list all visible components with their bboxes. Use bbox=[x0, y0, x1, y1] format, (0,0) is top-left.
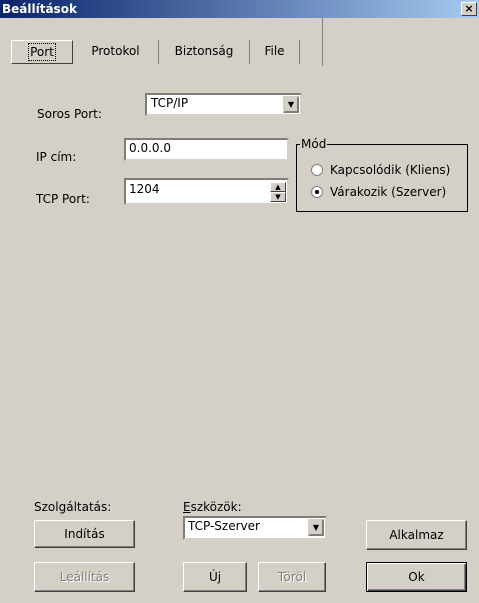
radio-client-label[interactable]: Kapcsolódik (Kliens) bbox=[330, 163, 450, 177]
close-button[interactable]: × bbox=[461, 2, 477, 16]
tools-select[interactable]: TCP-Szerver ▼ bbox=[183, 516, 327, 540]
start-button-label: Indítás bbox=[64, 527, 105, 541]
tools-value: TCP-Szerver bbox=[188, 519, 260, 533]
serial-port-value: TCP/IP bbox=[151, 96, 189, 110]
ip-input[interactable]: 0.0.0.0 bbox=[124, 138, 289, 161]
close-icon: × bbox=[464, 2, 474, 15]
tab-port-label: Port bbox=[28, 43, 56, 61]
radio-client[interactable] bbox=[311, 164, 323, 176]
delete-button[interactable]: Töröl bbox=[258, 562, 326, 592]
stop-button[interactable]: Leállítás bbox=[34, 562, 135, 592]
radio-server-label[interactable]: Várakozik (Szerver) bbox=[330, 185, 446, 199]
tab-file-label: File bbox=[264, 44, 285, 58]
tab-divider bbox=[322, 18, 323, 66]
up-down-spin-icon[interactable]: ▲ ▼ bbox=[270, 182, 286, 202]
spin-up-button[interactable]: ▲ bbox=[270, 182, 286, 192]
ok-button[interactable]: Ok bbox=[366, 562, 467, 592]
chevron-down-icon[interactable]: ▼ bbox=[308, 519, 324, 536]
tab-port[interactable]: Port bbox=[11, 40, 73, 64]
stop-button-label: Leállítás bbox=[59, 570, 110, 584]
tcp-port-stepper[interactable]: 1204 ▲ ▼ bbox=[124, 178, 289, 205]
tools-label: Eszközök: bbox=[183, 500, 242, 514]
tab-file[interactable]: File bbox=[250, 40, 300, 64]
serial-port-select[interactable]: TCP/IP ▼ bbox=[145, 93, 302, 116]
serial-port-label: Soros Port: bbox=[37, 107, 102, 121]
mode-group bbox=[296, 144, 468, 212]
delete-button-label: Töröl bbox=[277, 570, 307, 584]
tab-protokol[interactable]: Protokol bbox=[73, 40, 159, 64]
radio-server[interactable] bbox=[311, 186, 323, 198]
mode-legend: Mód bbox=[300, 137, 328, 151]
tab-biztonsag[interactable]: Biztonság bbox=[159, 40, 250, 64]
tab-biztonsag-label: Biztonság bbox=[174, 44, 234, 58]
start-button[interactable]: Indítás bbox=[34, 520, 135, 548]
tcp-port-value: 1204 bbox=[129, 182, 160, 196]
new-button[interactable]: Új bbox=[183, 562, 247, 592]
service-label: Szolgáltatás: bbox=[34, 500, 112, 514]
spin-down-button[interactable]: ▼ bbox=[270, 192, 286, 202]
tab-protokol-label: Protokol bbox=[91, 44, 140, 58]
new-button-label: Új bbox=[208, 570, 222, 584]
chevron-down-icon[interactable]: ▼ bbox=[283, 96, 299, 113]
ip-value: 0.0.0.0 bbox=[129, 141, 171, 155]
tcp-port-label: TCP Port: bbox=[36, 192, 90, 206]
apply-button-label: Alkalmaz bbox=[389, 528, 444, 542]
ip-label: IP cím: bbox=[36, 150, 77, 164]
window-title: Beállítások bbox=[2, 2, 77, 16]
title-bar: Beállítások × bbox=[0, 0, 479, 18]
apply-button[interactable]: Alkalmaz bbox=[366, 520, 467, 550]
ok-button-label: Ok bbox=[408, 570, 425, 584]
